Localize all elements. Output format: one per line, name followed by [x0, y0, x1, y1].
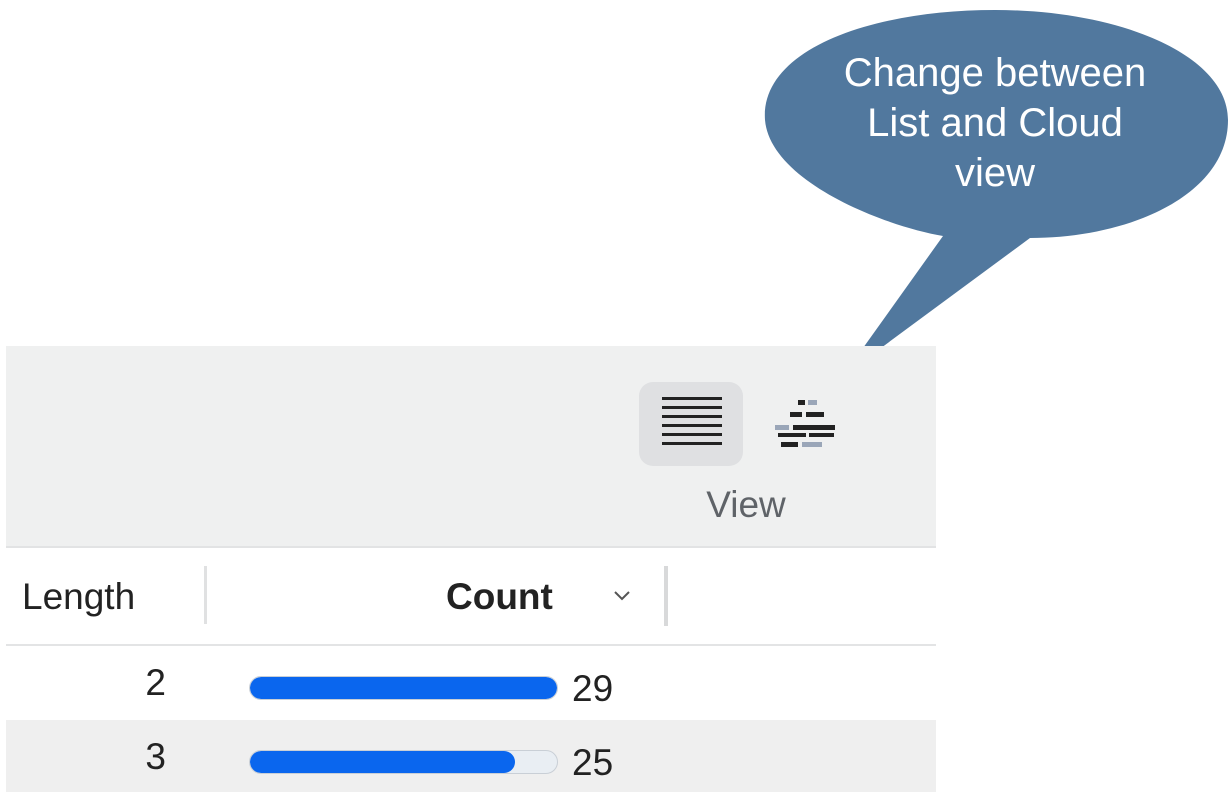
list-view-button[interactable] [639, 382, 743, 466]
page: Change between List and Cloud view View … [0, 0, 1229, 794]
list-view-icon [662, 397, 722, 445]
count-bar-fill [250, 677, 557, 699]
callout-text: Change between List and Cloud view [775, 48, 1215, 198]
column-header-length[interactable]: Length [22, 576, 135, 618]
toolbar: View [6, 346, 936, 548]
count-cell: 25 [572, 742, 614, 783]
column-resize-handle[interactable] [664, 566, 668, 626]
view-label: View [706, 484, 786, 525]
count-bar-fill [250, 751, 515, 773]
table-row[interactable]: 2 29 [6, 646, 936, 718]
count-bar [249, 676, 558, 700]
length-cell: 2 [145, 662, 166, 703]
callout-line: view [954, 151, 1036, 195]
callout-line: Change between [843, 51, 1147, 95]
table-header: Length Count [6, 548, 936, 646]
column-resize-handle[interactable] [204, 566, 207, 624]
cloud-view-button[interactable] [751, 382, 855, 466]
table-row[interactable]: 3 25 [6, 720, 936, 792]
length-cell: 3 [145, 736, 166, 777]
callout-line: List and Cloud [867, 101, 1123, 145]
column-header-count[interactable]: Count [446, 576, 553, 618]
word-cloud-icon [775, 400, 835, 447]
chevron-down-icon[interactable] [610, 584, 634, 608]
count-bar [249, 750, 558, 774]
count-cell: 29 [572, 668, 614, 709]
